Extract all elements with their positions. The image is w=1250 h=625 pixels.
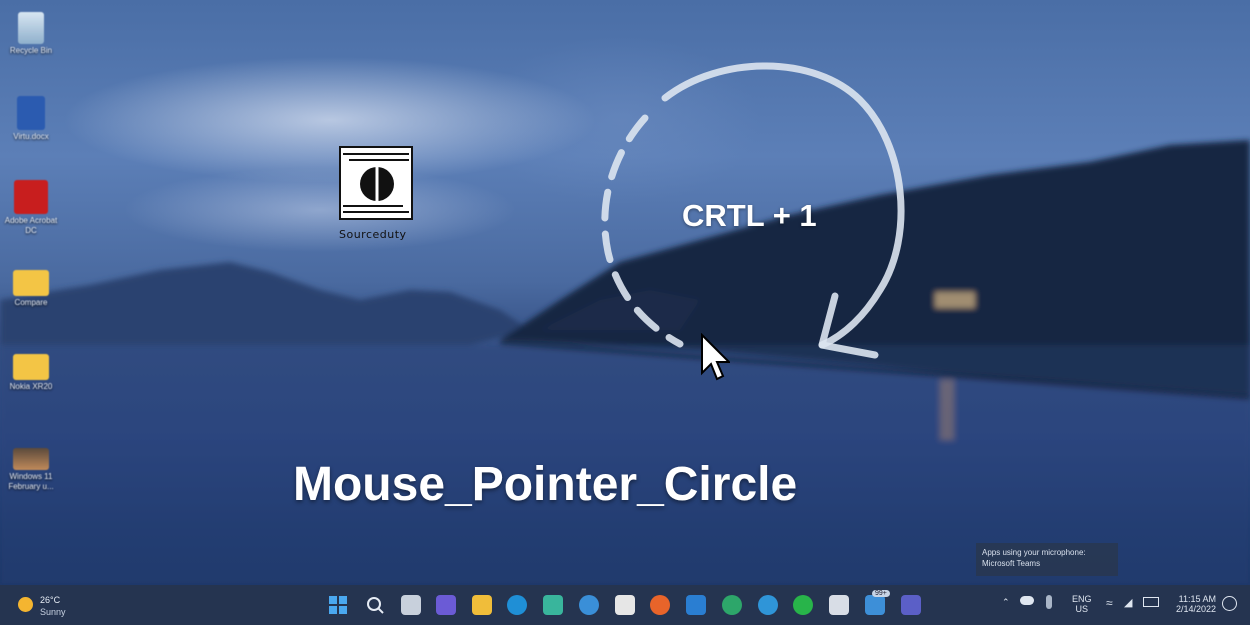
microphone-notification[interactable]: Apps using your microphone: Microsoft Te… xyxy=(976,543,1118,576)
teams-icon[interactable] xyxy=(901,595,921,615)
headline-title: Mouse_Pointer_Circle xyxy=(293,458,798,511)
logo-mark-icon xyxy=(343,153,409,213)
desktop-icon-label: Adobe Acrobat DC xyxy=(4,216,58,235)
chat-icon[interactable] xyxy=(436,595,456,615)
folder-icon xyxy=(13,354,49,380)
acrobat-pdf-icon xyxy=(14,180,48,214)
clock[interactable]: 11:15 AM 2/14/2022 xyxy=(1170,594,1216,614)
desktop-icon-label: Windows 11 February u... xyxy=(8,472,54,491)
volume-icon[interactable]: ◢ xyxy=(1124,596,1132,609)
notification-line2: Microsoft Teams xyxy=(982,559,1041,568)
folder-icon xyxy=(13,270,49,296)
mouse-pointer-icon xyxy=(701,333,730,381)
wifi-icon[interactable]: ≈ xyxy=(1106,596,1113,610)
mail-icon[interactable] xyxy=(686,595,706,615)
clock-time: 11:15 AM xyxy=(1178,594,1216,604)
file-explorer-icon[interactable] xyxy=(472,595,492,615)
language-code: ENG xyxy=(1072,594,1092,604)
chevron-up-icon[interactable]: ⌃ xyxy=(1002,597,1010,608)
desktop-icon-folder-compare[interactable]: Compare xyxy=(3,270,59,308)
edge-beta-icon[interactable] xyxy=(579,595,599,615)
desktop-icon-label: Compare xyxy=(14,298,48,307)
weather-condition: Sunny xyxy=(40,607,66,617)
desktop-icon-label: Virtu.docx xyxy=(13,132,49,141)
windows-icon xyxy=(329,596,347,614)
desktop-icon-label: Nokia XR20 xyxy=(9,382,53,391)
teams-badge: 99+ xyxy=(872,590,890,597)
notepad-icon[interactable] xyxy=(615,595,635,615)
desktop-icon-recycle-bin[interactable]: Recycle Bin xyxy=(3,12,59,56)
search-button[interactable] xyxy=(365,595,385,615)
sun-icon xyxy=(18,597,33,612)
notification-line1: Apps using your microphone: xyxy=(982,548,1086,557)
desktop-wallpaper xyxy=(0,0,1250,625)
weather-temperature: 26°C xyxy=(40,595,61,605)
desktop-icon-word-doc[interactable]: Virtu.docx xyxy=(3,96,59,142)
desktop-icon-windows-11-video[interactable]: Windows 11 February u... xyxy=(3,448,59,492)
taskbar: 26°C Sunny 99+ ⌃ ENG US ≈ ◢ 11:15 AM 2/1… xyxy=(0,585,1250,625)
language-indicator[interactable]: ENG US xyxy=(1072,594,1092,614)
word-document-icon xyxy=(17,96,45,130)
microphone-icon[interactable] xyxy=(1046,595,1052,609)
desktop-icon-folder-nokia[interactable]: Nokia XR20 xyxy=(3,354,59,392)
clock-date: 2/14/2022 xyxy=(1175,604,1216,614)
firefox-icon[interactable] xyxy=(650,595,670,615)
task-view-icon[interactable] xyxy=(401,595,421,615)
video-thumbnail-icon xyxy=(13,448,49,470)
snipping-tool-icon[interactable] xyxy=(829,595,849,615)
edge-canary-icon[interactable] xyxy=(722,595,742,615)
recycle-bin-icon xyxy=(18,12,44,44)
search-icon xyxy=(367,597,384,614)
logo-text: Sourceduty xyxy=(339,228,407,241)
start-button[interactable] xyxy=(328,595,348,615)
edge-icon[interactable] xyxy=(507,595,527,615)
desktop-icon-adobe-acrobat[interactable]: Adobe Acrobat DC xyxy=(3,180,59,236)
browser-icon[interactable] xyxy=(758,595,778,615)
wallpaper-landscape xyxy=(0,140,1250,585)
logo-box xyxy=(339,146,413,220)
app-icon[interactable] xyxy=(865,595,885,615)
sourceduty-logo: Sourceduty xyxy=(339,146,415,242)
whatsapp-icon[interactable] xyxy=(793,595,813,615)
shortcut-label: CRTL + 1 xyxy=(682,198,817,233)
edge-dev-icon[interactable] xyxy=(543,595,563,615)
notification-center-icon[interactable] xyxy=(1222,596,1237,611)
desktop-icon-label: Recycle Bin xyxy=(9,46,53,55)
onedrive-icon[interactable] xyxy=(1020,596,1034,605)
battery-icon[interactable] xyxy=(1143,597,1159,607)
region-code: US xyxy=(1075,604,1089,614)
